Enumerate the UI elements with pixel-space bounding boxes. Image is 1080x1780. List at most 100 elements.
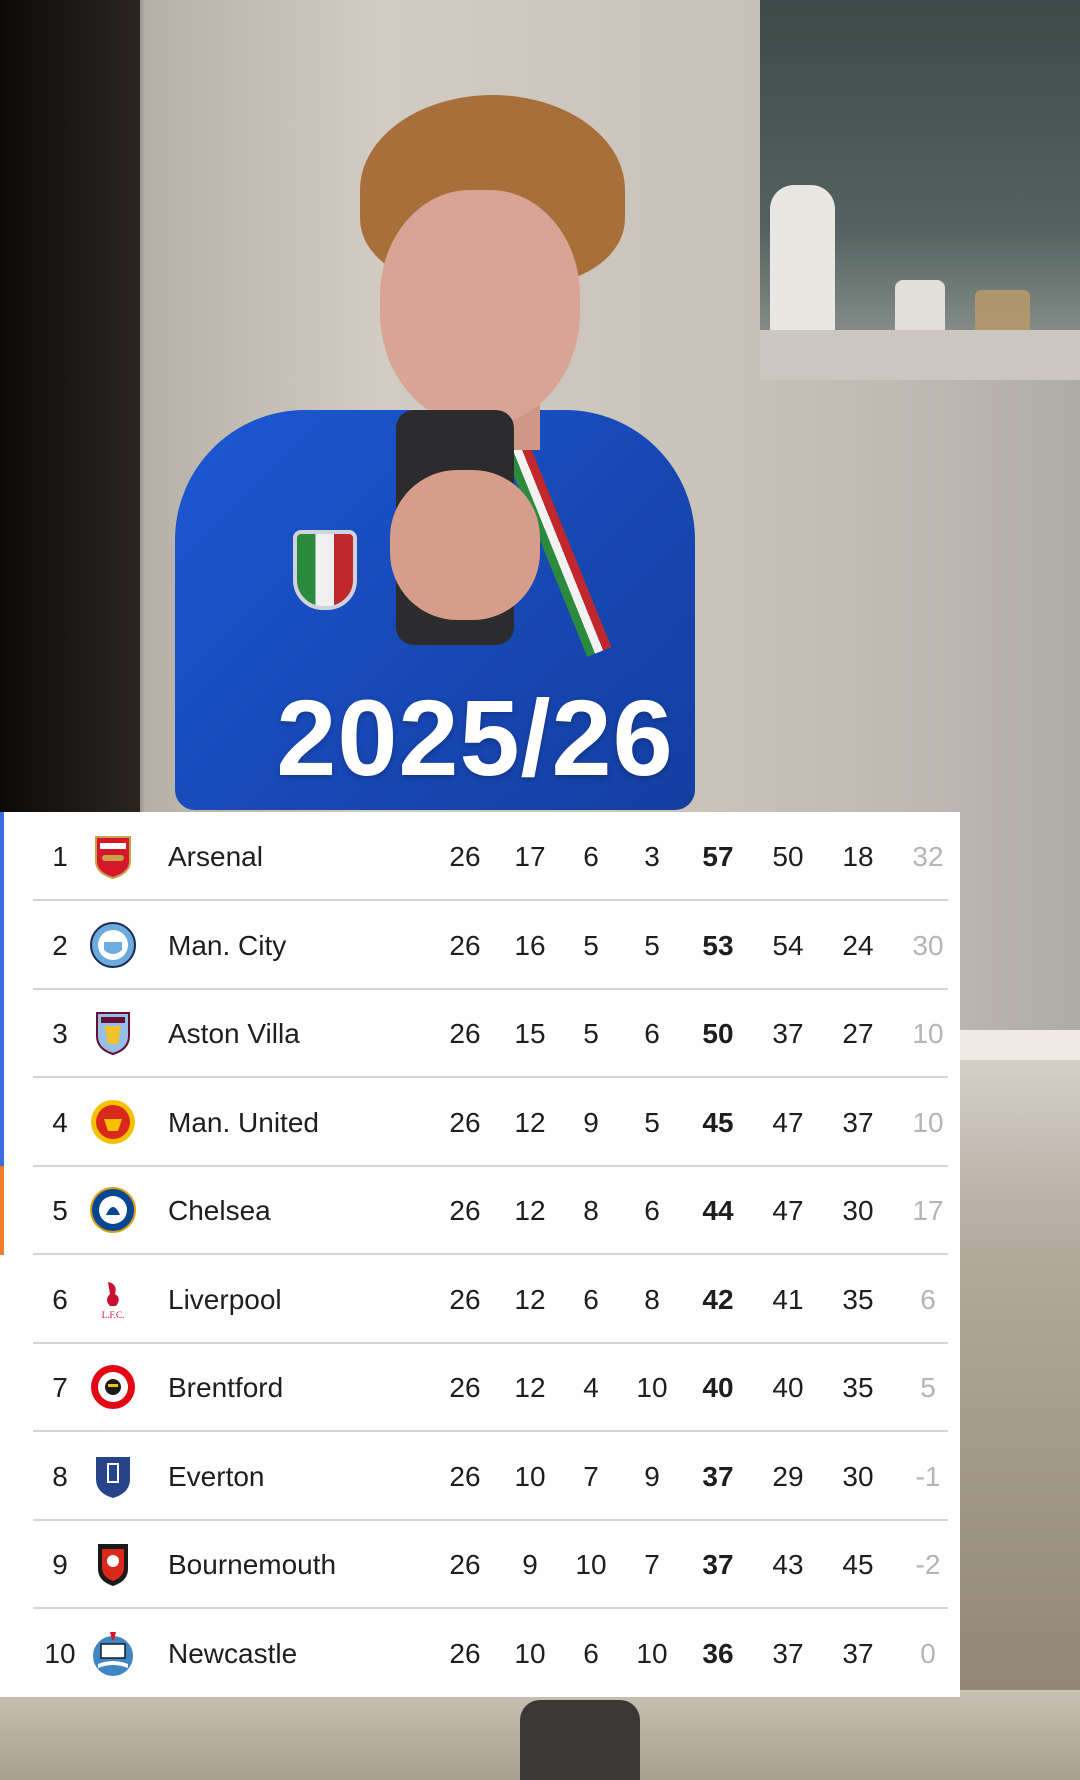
position-cell: 2: [52, 929, 68, 961]
position-cell: 3: [52, 1018, 68, 1049]
won-cell: 12: [514, 1372, 546, 1403]
won-cell: 10: [514, 1637, 546, 1669]
goals-against-cell: 30: [842, 1460, 874, 1492]
goals-for-cell: 47: [772, 1195, 804, 1226]
table-row[interactable]: 4 Man. United 26 12 9 5 45 47 37 10: [0, 1077, 960, 1167]
goal-difference-cell: 10: [912, 1106, 944, 1138]
goal-difference-cell: 5: [920, 1372, 936, 1403]
won-cell: 15: [514, 1018, 546, 1049]
won-cell: 12: [514, 1283, 546, 1315]
drawn-cell: 7: [583, 1460, 599, 1492]
table-row[interactable]: 3 Aston Villa 26 15 5 6 50 37 27 10: [0, 989, 960, 1078]
goal-difference-cell: 30: [912, 929, 944, 961]
points-cell: 50: [702, 1018, 734, 1049]
goals-for-cell: 40: [772, 1372, 804, 1403]
table-row[interactable]: 9 Bournemouth 26 9 10 7 37 43 45 -2: [0, 1520, 960, 1609]
lost-cell: 10: [636, 1637, 668, 1669]
goal-difference-cell: 17: [912, 1195, 944, 1226]
lost-cell: 3: [644, 841, 660, 872]
goals-against-cell: 30: [842, 1195, 874, 1226]
goals-for-cell: 43: [772, 1549, 804, 1580]
points-cell: 36: [702, 1637, 734, 1669]
team-name[interactable]: Aston Villa: [168, 989, 408, 1078]
points-cell: 37: [702, 1460, 734, 1492]
lost-cell: 6: [644, 1195, 660, 1226]
goal-difference-cell: 6: [920, 1283, 936, 1315]
lost-cell: 10: [636, 1372, 668, 1403]
goals-for-cell: 37: [772, 1018, 804, 1049]
liverpool-crest-icon: L.F.C.: [88, 1274, 138, 1324]
played-cell: 26: [449, 1549, 481, 1580]
qualification-zone-bar: [0, 989, 4, 1078]
newcastle-crest-icon: [88, 1628, 138, 1678]
qualification-zone-bar: [0, 1166, 4, 1255]
position-cell: 7: [52, 1372, 68, 1403]
league-table: 1 Arsenal 26 17 6 3 57 50 18 32 2 Man. City 26 16 5 5 53…: [0, 812, 960, 1697]
drawn-cell: 5: [583, 929, 599, 961]
position-cell: 1: [52, 841, 68, 872]
person-face: [380, 190, 580, 425]
goals-against-cell: 24: [842, 929, 874, 961]
drawn-cell: 10: [575, 1549, 607, 1580]
goals-for-cell: 37: [772, 1637, 804, 1669]
goals-for-cell: 50: [772, 841, 804, 872]
team-name[interactable]: Man. United: [168, 1078, 408, 1167]
position-cell: 8: [52, 1460, 68, 1492]
lost-cell: 5: [644, 929, 660, 961]
lost-cell: 9: [644, 1460, 660, 1492]
points-cell: 57: [702, 841, 734, 872]
position-cell: 9: [52, 1549, 68, 1580]
team-name[interactable]: Bournemouth: [168, 1520, 408, 1609]
goals-for-cell: 41: [772, 1283, 804, 1315]
bottle: [770, 185, 835, 345]
points-cell: 40: [702, 1372, 734, 1403]
team-name[interactable]: Everton: [168, 1432, 408, 1521]
team-name[interactable]: Newcastle: [168, 1609, 408, 1698]
table-row[interactable]: 5 Chelsea 26 12 8 6 44 47 30 17: [0, 1166, 960, 1255]
team-name[interactable]: Brentford: [168, 1343, 408, 1432]
team-name[interactable]: Chelsea: [168, 1166, 408, 1255]
won-cell: 12: [514, 1195, 546, 1226]
played-cell: 26: [449, 1637, 481, 1669]
goals-for-cell: 47: [772, 1106, 804, 1138]
table-row[interactable]: 1 Arsenal 26 17 6 3 57 50 18 32: [0, 812, 960, 901]
man-city-crest-icon: [88, 920, 138, 970]
qualification-zone-bar: [0, 1077, 4, 1167]
goals-against-cell: 37: [842, 1637, 874, 1669]
drawn-cell: 6: [583, 1283, 599, 1315]
bournemouth-crest-icon: [88, 1539, 138, 1589]
position-cell: 6: [52, 1283, 68, 1315]
played-cell: 26: [449, 929, 481, 961]
qualification-zone-bar: [0, 900, 4, 990]
lost-cell: 7: [644, 1549, 660, 1580]
season-label: 2025/26: [276, 677, 674, 798]
played-cell: 26: [449, 1372, 481, 1403]
dark-object: [520, 1700, 640, 1780]
goals-for-cell: 54: [772, 929, 804, 961]
table-row[interactable]: 7 Brentford 26 12 4 10 40 40 35 5: [0, 1343, 960, 1432]
team-name[interactable]: Arsenal: [168, 812, 408, 901]
team-name[interactable]: Liverpool: [168, 1255, 408, 1344]
goal-difference-cell: 32: [912, 841, 944, 872]
shelf: [760, 330, 1080, 380]
goals-against-cell: 35: [842, 1372, 874, 1403]
drawn-cell: 8: [583, 1195, 599, 1226]
lost-cell: 6: [644, 1018, 660, 1049]
table-row[interactable]: 6 L.F.C. Liverpool 26 12 6 8 42 41 35 6: [0, 1255, 960, 1344]
table-row[interactable]: 8 Everton 26 10 7 9 37 29 30 -1: [0, 1432, 960, 1521]
door-edge: [958, 1030, 1080, 1060]
goals-against-cell: 37: [842, 1106, 874, 1138]
goal-difference-cell: 10: [912, 1018, 944, 1049]
shirt-badge: [293, 530, 357, 610]
position-cell: 4: [52, 1106, 68, 1138]
table-row[interactable]: 10 Newcastle 26 10 6 10 36 37 37 0: [0, 1609, 960, 1698]
goals-against-cell: 18: [842, 841, 874, 872]
points-cell: 45: [702, 1106, 734, 1138]
played-cell: 26: [449, 1018, 481, 1049]
won-cell: 16: [514, 929, 546, 961]
table-row[interactable]: 2 Man. City 26 16 5 5 53 54 24 30: [0, 900, 960, 990]
won-cell: 17: [514, 841, 546, 872]
position-cell: 10: [44, 1637, 76, 1669]
played-cell: 26: [449, 1106, 481, 1138]
team-name[interactable]: Man. City: [168, 901, 408, 990]
